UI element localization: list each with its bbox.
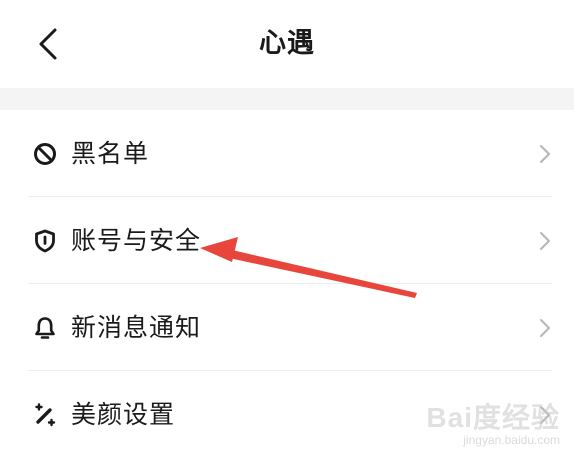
shield-icon	[35, 229, 55, 253]
back-button[interactable]	[28, 22, 68, 66]
page-title: 心遇	[259, 28, 315, 59]
settings-item-label: 黑名单	[71, 139, 150, 168]
chevron-left-icon	[39, 28, 57, 60]
block-icon	[34, 143, 56, 165]
top-bar: 心遇	[0, 0, 574, 88]
chevron-right-icon	[540, 145, 550, 163]
settings-item-blacklist[interactable]: 黑名单	[0, 110, 574, 197]
chevron-right-icon	[540, 319, 550, 337]
beauty-wand-icon	[35, 403, 56, 427]
settings-item-notifications[interactable]: 新消息通知	[0, 284, 574, 371]
bell-icon	[35, 317, 55, 339]
settings-item-beauty[interactable]: 美颜设置	[0, 371, 574, 458]
section-gap	[0, 88, 574, 110]
chevron-right-icon	[540, 232, 550, 250]
settings-item-account-security[interactable]: 账号与安全	[0, 197, 574, 284]
settings-list: 黑名单 账号与安全 新消息通知 美颜设置	[0, 110, 574, 458]
settings-item-label: 账号与安全	[71, 226, 202, 255]
settings-item-label: 新消息通知	[71, 313, 202, 342]
settings-item-label: 美颜设置	[71, 400, 176, 429]
chevron-right-icon	[540, 406, 550, 424]
